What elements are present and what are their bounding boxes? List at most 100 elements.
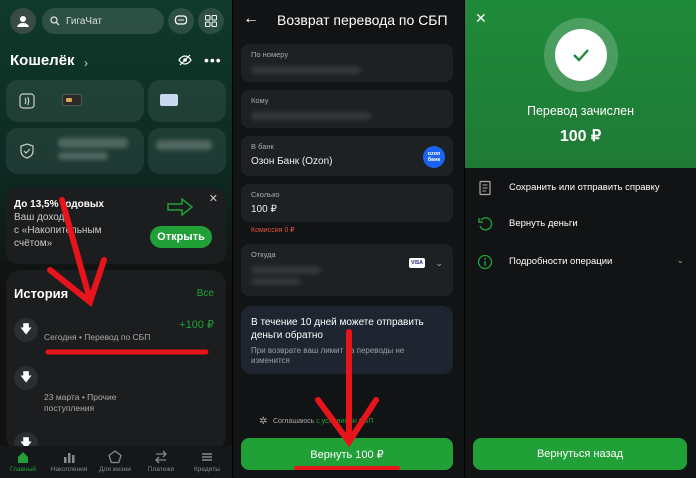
chevron-down-icon: ⌄ — [676, 255, 684, 265]
go-back-button[interactable]: Вернуться назад — [473, 438, 687, 470]
avatar[interactable] — [10, 8, 36, 34]
page-title: Возврат перевода по СБП — [277, 12, 448, 28]
transaction-subtitle[interactable]: Сегодня • Перевод по СБП — [44, 332, 150, 343]
history-all-link[interactable]: Все — [197, 288, 214, 299]
history-title: История — [14, 286, 69, 301]
transaction-subtitle[interactable]: 23 марта • Прочие поступления — [44, 392, 116, 414]
profile-icon — [17, 16, 29, 27]
tab-payments[interactable]: Платежи — [138, 450, 184, 473]
menu-grid-button[interactable] — [198, 8, 224, 34]
source-account-select[interactable]: Откуда VISA ⌄ — [241, 244, 453, 296]
recipient-field[interactable]: Кому — [241, 90, 453, 128]
save-receipt-action[interactable]: Сохранить или отправить справку — [465, 172, 696, 206]
ozon-bank-logo: ozon банк — [423, 146, 445, 168]
field-label: По номеру — [251, 50, 289, 59]
return-money-button[interactable]: Вернуть 100 ₽ — [241, 438, 453, 470]
visa-logo: VISA — [409, 258, 425, 268]
agreement-prefix: Соглашаюсь — [273, 418, 315, 425]
return-icon — [478, 217, 493, 231]
tab-label: Накопления — [50, 466, 88, 473]
transaction-category: поступления — [44, 403, 95, 413]
action-label: Подробности операции — [509, 256, 613, 267]
status-text: Перевод зачислен — [526, 104, 635, 118]
sbp-logo-icon: ✲ — [259, 416, 268, 427]
bar-chart-icon — [64, 453, 75, 463]
chevron-down-icon: ⌄ — [435, 258, 443, 268]
amount-field[interactable]: Сколько 100 ₽ — [241, 184, 453, 222]
grid-icon — [205, 15, 217, 27]
list-icon — [202, 453, 212, 461]
hide-balance-icon[interactable] — [178, 54, 192, 66]
wallet-screen: ГигаЧат Кошелёк › ••• До 13,5% годовых В… — [0, 0, 232, 478]
card-thumbnail — [160, 94, 178, 106]
chevron-right-icon: › — [84, 56, 88, 70]
tab-savings[interactable]: Накопления — [46, 450, 92, 473]
tab-main[interactable]: Главный — [0, 450, 46, 473]
top-bar: ГигаЧат — [8, 8, 224, 34]
promo-line: счётом» — [14, 238, 53, 249]
tab-credits[interactable]: Кредиты — [184, 450, 230, 473]
search-placeholder: ГигаЧат — [66, 15, 103, 27]
amount-value: 100 ₽ — [251, 204, 277, 215]
close-icon[interactable]: ✕ — [475, 10, 487, 27]
action-label: Сохранить или отправить справку — [509, 182, 660, 193]
more-options-icon[interactable]: ••• — [204, 52, 222, 68]
nfc-icon — [19, 93, 35, 109]
chat-button[interactable] — [168, 8, 194, 34]
return-info-banner: В течение 10 дней можете отправить деньг… — [241, 306, 453, 374]
back-arrow-icon[interactable]: ← — [243, 10, 259, 28]
success-header: ✕ Перевод зачислен 100 ₽ — [465, 0, 696, 168]
search-input[interactable]: ГигаЧат — [42, 8, 164, 34]
promo-title: До 13,5% годовых — [14, 199, 104, 210]
field-label: Откуда — [251, 250, 276, 259]
close-icon[interactable]: ✕ — [209, 192, 218, 205]
promo-text: До 13,5% годовых Ваш доход с «Накопитель… — [14, 198, 134, 250]
bank-name: Озон Банк (Ozon) — [251, 156, 333, 167]
home-icon — [18, 452, 28, 463]
phone-field[interactable]: По номеру — [241, 44, 453, 82]
search-icon — [50, 16, 60, 26]
sbp-terms-link[interactable]: с условиями СБП — [316, 418, 373, 425]
info-title: В течение 10 дней можете отправить деньг… — [251, 317, 424, 341]
field-label: В банк — [251, 142, 274, 151]
hidden-value — [251, 266, 321, 274]
promo-line: Ваш доход — [14, 212, 65, 223]
success-check-icon — [555, 29, 607, 81]
account-tile-2[interactable] — [148, 128, 226, 174]
hidden-value — [251, 112, 371, 120]
sbp-return-screen: ← Возврат перевода по СБП По номеру Кому… — [233, 0, 464, 478]
card-tile[interactable] — [6, 80, 144, 122]
tab-label: Кредиты — [194, 466, 220, 473]
pentagon-icon — [108, 450, 122, 464]
hidden-balance — [58, 152, 108, 160]
transfer-success-screen: ✕ Перевод зачислен 100 ₽ Сохранить или о… — [465, 0, 696, 478]
hidden-value — [251, 66, 361, 74]
incoming-transfer-icon: 🡇 — [14, 366, 38, 390]
document-icon — [479, 180, 491, 196]
tab-label: Для жизни — [99, 466, 131, 473]
operation-details-action[interactable]: Подробности операции ⌄ — [465, 246, 696, 280]
tab-label: Платежи — [147, 466, 175, 473]
bank-field[interactable]: В банк Озон Банк (Ozon) ozon банк — [241, 136, 453, 176]
wallet-title[interactable]: Кошелёк — [10, 52, 75, 69]
tab-lifestyle[interactable]: Для жизни — [92, 450, 138, 473]
hidden-value — [251, 278, 301, 285]
transaction-amount: +100 ₽ — [179, 319, 214, 331]
shield-icon — [20, 143, 34, 159]
hidden-balance — [156, 140, 212, 150]
transaction-date: 23 марта • Прочие — [44, 392, 117, 402]
account-tile[interactable] — [6, 128, 144, 174]
info-subtitle: При возврате ваш лимит на переводы не из… — [251, 346, 405, 365]
field-label: Кому — [251, 96, 269, 105]
card-tile-2[interactable] — [148, 80, 226, 122]
card-thumbnail — [62, 94, 82, 106]
transfer-amount: 100 ₽ — [559, 128, 602, 145]
history-section: История Все 🡇 +100 ₽ Сегодня • Перевод п… — [6, 270, 226, 456]
transfer-icon — [155, 450, 167, 464]
open-account-button[interactable]: Открыть — [150, 226, 212, 248]
arrow-right-icon — [167, 197, 194, 217]
chat-icon — [174, 15, 188, 25]
bottom-tab-bar: Главный Накопления Для жизни Платежи Кре… — [0, 446, 232, 478]
return-money-action[interactable]: Вернуть деньги — [465, 208, 696, 242]
incoming-transfer-icon: 🡇 — [14, 318, 38, 342]
